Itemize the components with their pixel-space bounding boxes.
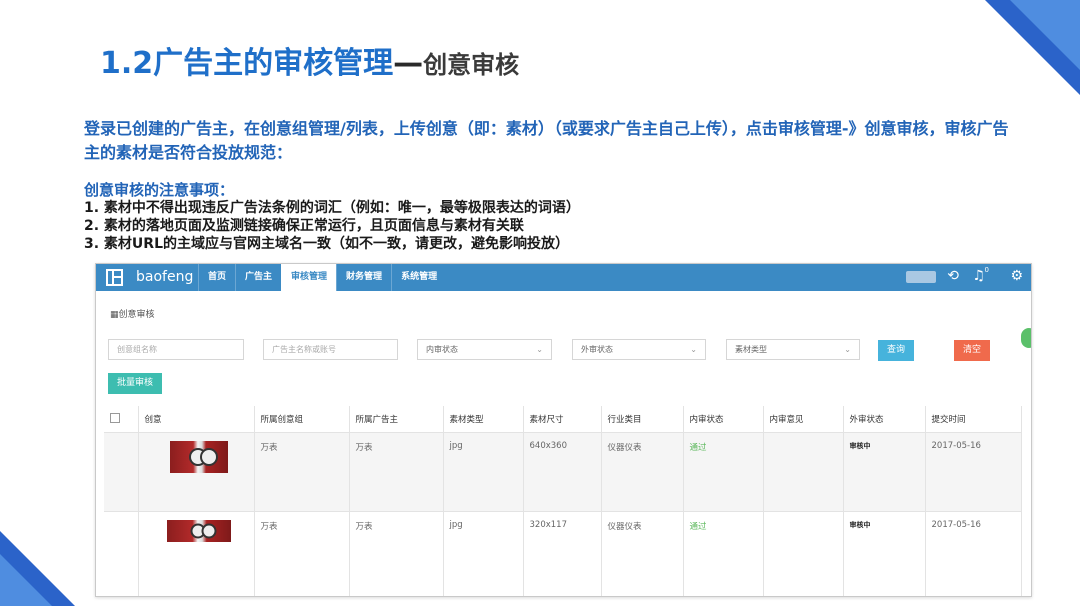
chevron-down-icon: ⌄ [844, 345, 851, 354]
cell-industry: 仪器仪表 [601, 432, 684, 512]
grid-icon: ▦ [110, 310, 119, 320]
batch-audit-button[interactable]: 批量审核 [108, 373, 162, 394]
brand-name: baofeng [136, 269, 194, 285]
corner-decoration-top-right-inner [1010, 0, 1080, 70]
col-internal-opinion: 内审意见 [763, 406, 844, 433]
col-material-type: 素材类型 [443, 406, 524, 433]
slide-intro: 登录已创建的广告主，在创意组管理/列表，上传创意（即：素材）（或要求广告主自己上… [84, 119, 1009, 162]
advertiser-input[interactable]: 广告主名称或账号 [263, 339, 398, 360]
nav-system[interactable]: 系统管理 [391, 264, 446, 291]
gear-icon[interactable]: ⚙ [1010, 268, 1023, 284]
chevron-down-icon: ⌄ [690, 345, 697, 354]
cell-submitted: 2017-05-16 [925, 432, 1022, 512]
external-status-badge: 审核中 [849, 521, 871, 529]
external-status-select[interactable]: 外审状态 ⌄ [572, 339, 706, 360]
watch-image [200, 448, 219, 466]
slide-title-dash: — [393, 46, 424, 81]
select-all-cell[interactable] [104, 406, 139, 433]
cell-external-status: 审核中 [843, 432, 926, 512]
nav-advertiser[interactable]: 广告主 [235, 264, 281, 291]
external-status-value: 外审状态 [581, 345, 613, 354]
col-industry: 行业类目 [601, 406, 684, 433]
side-panel-handle[interactable] [1021, 328, 1031, 348]
watch-image [201, 523, 217, 539]
material-type-value: 素材类型 [735, 345, 767, 354]
notification-badge: 0 [984, 266, 989, 274]
cell-size: 640x360 [523, 432, 602, 512]
cell-advertiser: 万表 [349, 432, 444, 512]
corner-decoration-bottom-left-inner [0, 554, 52, 606]
col-advertiser: 所属广告主 [349, 406, 444, 433]
main-nav: 首页 广告主 审核管理 财务管理 系统管理 [198, 264, 446, 291]
cell-submitted: 2017-05-16 [925, 511, 1022, 596]
slide-title-main: 1.2广告主的审核管理 [100, 46, 394, 81]
nav-home[interactable]: 首页 [198, 264, 235, 291]
creative-group-input[interactable]: 创意组名称 [108, 339, 244, 360]
clear-button[interactable]: 清空 [954, 340, 990, 361]
logo-icon [106, 269, 123, 286]
table-row[interactable]: 万表 万表 jpg 320x117 仪器仪表 通过 审核中 2017-05-16 [104, 511, 1022, 596]
cell-internal-status: 通过 [683, 511, 764, 596]
cell-internal-opinion [763, 511, 844, 596]
cell-industry: 仪器仪表 [601, 511, 684, 596]
internal-status-value: 内审状态 [426, 345, 458, 354]
table-row[interactable]: 万表 万表 jpg 640x360 仪器仪表 通过 审核中 2017-05-16 [104, 432, 1022, 512]
cell-external-status: 审核中 [843, 511, 926, 596]
breadcrumb: ▦创意审核 [110, 307, 155, 320]
refresh-icon[interactable]: ⟲ [947, 268, 959, 284]
row-select-cell [104, 511, 139, 596]
creative-thumbnail-cell [138, 511, 255, 596]
breadcrumb-label: 创意审核 [118, 310, 155, 320]
cell-group: 万表 [254, 432, 350, 512]
note-item: 1. 素材中不得出现违反广告法条例的词汇（例如：唯一，最等极限表达的词语） [84, 200, 580, 216]
col-material-size: 素材尺寸 [523, 406, 602, 433]
nav-audit-management[interactable]: 审核管理 [281, 264, 337, 291]
internal-status-select[interactable]: 内审状态 ⌄ [417, 339, 552, 360]
material-type-select[interactable]: 素材类型 ⌄ [726, 339, 860, 360]
cell-group: 万表 [254, 511, 350, 596]
col-creative: 创意 [138, 406, 255, 433]
row-select-cell [104, 432, 139, 512]
note-item: 3. 素材URL的主域应与官网主域名一致（如不一致，请更改，避免影响投放） [84, 236, 570, 252]
slide-notes: 创意审核的注意事项： 1. 素材中不得出现违反广告法条例的词汇（例如：唯一，最等… [84, 181, 1024, 253]
chevron-down-icon: ⌄ [536, 345, 543, 354]
col-creative-group: 所属创意组 [254, 406, 350, 433]
app-screenshot: baofeng 首页 广告主 审核管理 财务管理 系统管理 ⟲ ♫ 0 ⚙ ▦创… [95, 263, 1032, 597]
query-button[interactable]: 查询 [878, 340, 914, 361]
select-all-checkbox[interactable] [110, 412, 120, 423]
user-name-blurred[interactable] [906, 271, 936, 283]
external-status-badge: 审核中 [849, 442, 871, 450]
cell-size: 320x117 [523, 511, 602, 596]
col-internal-status: 内审状态 [683, 406, 764, 433]
slide-title: 1.2广告主的审核管理—创意审核 [100, 38, 519, 82]
col-external-status: 外审状态 [843, 406, 926, 433]
creative-thumbnail[interactable] [167, 520, 231, 542]
col-submitted: 提交时间 [925, 406, 1022, 433]
bell-icon[interactable]: ♫ [972, 268, 985, 284]
creative-thumbnail-cell [138, 432, 255, 512]
cell-advertiser: 万表 [349, 511, 444, 596]
nav-finance[interactable]: 财务管理 [336, 264, 391, 291]
cell-internal-status: 通过 [683, 432, 764, 512]
slide-title-sub: 创意审核 [423, 51, 520, 79]
cell-type: jpg [443, 511, 524, 596]
cell-internal-opinion [763, 432, 844, 512]
note-item: 2. 素材的落地页面及监测链接确保正常运行，且页面信息与素材有关联 [84, 218, 524, 234]
creative-table: 创意 所属创意组 所属广告主 素材类型 素材尺寸 行业类目 内审状态 内审意见 … [104, 406, 1022, 596]
notes-heading: 创意审核的注意事项： [84, 181, 235, 199]
cell-type: jpg [443, 432, 524, 512]
creative-thumbnail[interactable] [170, 441, 228, 473]
table-header-row: 创意 所属创意组 所属广告主 素材类型 素材尺寸 行业类目 内审状态 内审意见 … [104, 406, 1022, 433]
top-bar: baofeng 首页 广告主 审核管理 财务管理 系统管理 ⟲ ♫ 0 ⚙ [96, 264, 1031, 291]
